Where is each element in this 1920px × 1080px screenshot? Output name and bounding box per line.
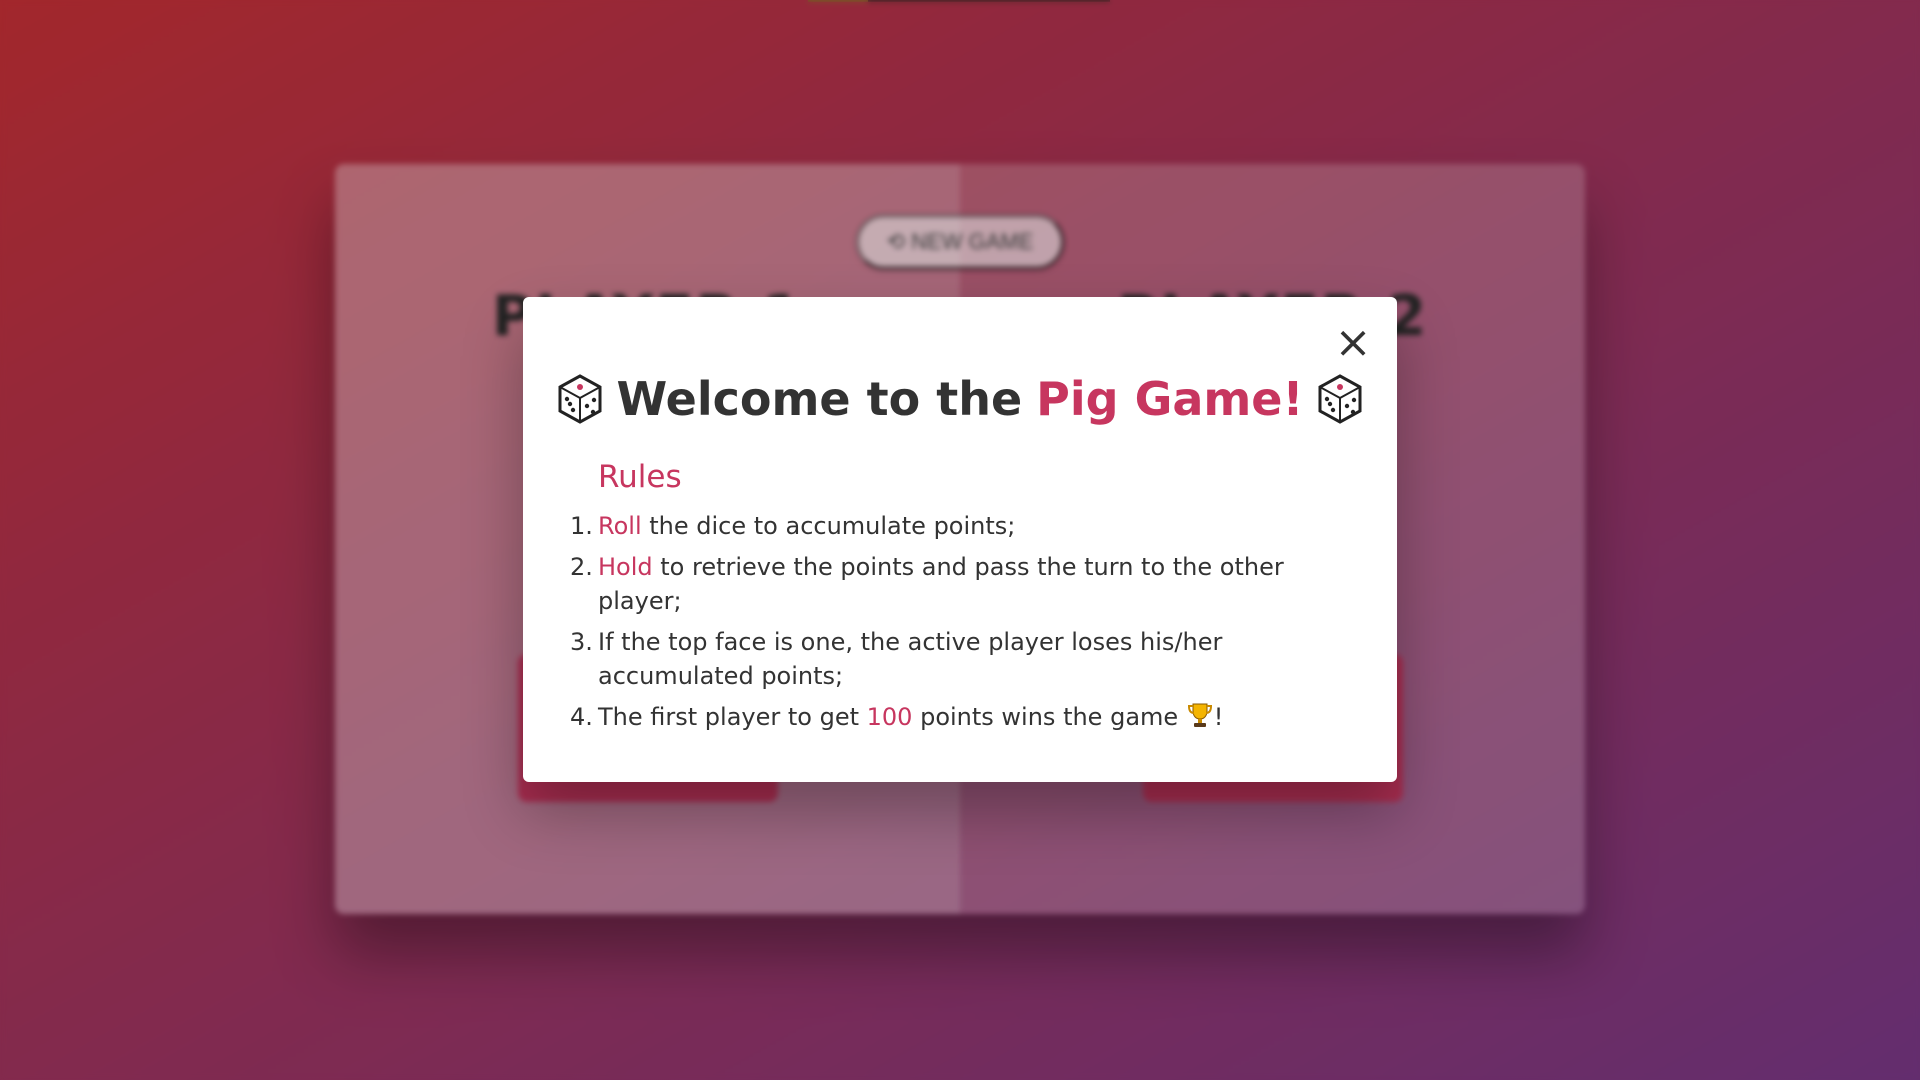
- rules-heading: Rules: [598, 459, 682, 495]
- rule-accent: Hold: [598, 553, 653, 581]
- rule-text: points wins the game: [912, 703, 1186, 731]
- rule-end: !: [1213, 703, 1224, 731]
- rule-number: 3.: [570, 628, 593, 656]
- rules-list: 1. Roll the dice to accumulate points; 2…: [570, 509, 1327, 741]
- rule-item: 3. If the top face is one, the active pl…: [570, 625, 1327, 693]
- rule-item: 1. Roll the dice to accumulate points;: [570, 509, 1327, 543]
- rule-text: If the top face is one, the active playe…: [598, 628, 1223, 690]
- rule-number: 1.: [570, 512, 593, 540]
- rule-item: 4. The first player to get 100 points wi…: [570, 700, 1327, 734]
- rule-text: The first player to get: [598, 703, 867, 731]
- dice-icon: [1318, 374, 1362, 424]
- rule-number: 2.: [570, 553, 593, 581]
- rule-accent: 100: [866, 703, 913, 731]
- close-modal-button[interactable]: ×: [1331, 321, 1375, 365]
- rules-modal: × Welcome to the Pig Game! Rules 1. Roll…: [523, 297, 1397, 782]
- rule-item: 2. Hold to retrieve the points and pass …: [570, 550, 1327, 618]
- rule-text: the dice to accumulate points;: [641, 512, 1016, 540]
- rule-number: 4.: [570, 703, 593, 731]
- rule-text: to retrieve the points and pass the turn…: [598, 553, 1284, 615]
- trophy-icon: [1187, 703, 1212, 727]
- rule-accent: Roll: [598, 512, 642, 540]
- modal-title: Welcome to the Pig Game!: [523, 372, 1397, 426]
- modal-title-accent: Pig Game!: [1036, 372, 1304, 426]
- modal-title-prefix: Welcome to the: [616, 372, 1023, 426]
- dice-icon: [558, 374, 602, 424]
